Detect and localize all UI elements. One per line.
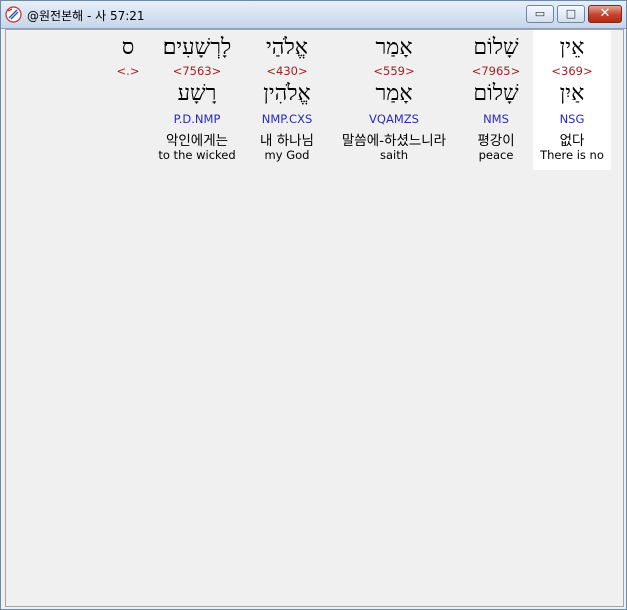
hebrew-lemma: אֱלֹהִין xyxy=(263,81,311,106)
strong-number[interactable]: <.> xyxy=(110,64,146,78)
parsing-code: NMS xyxy=(483,112,509,126)
korean-gloss: 말씀에-하셨느니라 xyxy=(341,133,447,149)
maximize-icon: □ xyxy=(565,7,577,20)
hebrew-word: אֵין xyxy=(559,35,585,60)
word-column[interactable]: אָמַר <559> אָמַר VQAMZS 말씀에-하셨느니라 saith xyxy=(324,30,464,170)
strong-number[interactable]: <7965> xyxy=(458,64,534,78)
english-gloss: to the wicked xyxy=(158,148,236,162)
korean-gloss: 없다 xyxy=(559,133,585,149)
strong-number[interactable]: <559> xyxy=(324,64,464,78)
app-window: @원전본해 - 사 57:21 ▭ □ ✕ אֵין <369> אַיִן N… xyxy=(0,0,627,610)
parsing-code: NMP.CXS xyxy=(261,112,313,126)
maximize-button[interactable]: □ xyxy=(557,5,585,23)
english-gloss: my God xyxy=(264,148,310,162)
korean-gloss: 악인에게는 xyxy=(165,133,229,149)
strong-number[interactable]: <7563> xyxy=(152,64,242,78)
hebrew-word: אָמַר xyxy=(375,35,413,60)
korean-gloss: 평강이 xyxy=(477,133,515,149)
parsing-code: NSG xyxy=(559,112,585,126)
close-button[interactable]: ✕ xyxy=(588,5,622,23)
parsing-code: P.D.NMP xyxy=(173,112,221,126)
hebrew-word: לָרְשָׁעִים׃ xyxy=(162,35,232,60)
english-gloss: There is no xyxy=(540,148,604,162)
word-column-selected[interactable]: אֵין <369> אַיִן NSG 없다 There is no xyxy=(533,30,611,170)
hebrew-word: ס xyxy=(121,35,135,60)
word-column[interactable]: לָרְשָׁעִים׃ <7563> רָשָׁע P.D.NMP 악인에게는… xyxy=(152,30,242,170)
title-bar[interactable]: @원전본해 - 사 57:21 ▭ □ ✕ xyxy=(1,1,626,29)
word-column[interactable]: אֱלֹהַי <430> אֱלֹהִין NMP.CXS 내 하나님 my … xyxy=(247,30,327,170)
hebrew-word: אֱלֹהַי xyxy=(266,35,308,60)
close-icon: ✕ xyxy=(599,6,611,21)
hebrew-lemma: אַיִן xyxy=(559,81,585,106)
strong-number[interactable]: <369> xyxy=(533,64,611,78)
window-title: @원전본해 - 사 57:21 xyxy=(27,9,145,23)
english-gloss: saith xyxy=(379,148,409,162)
minimize-button[interactable]: ▭ xyxy=(526,5,554,23)
hebrew-lemma: אָמַר xyxy=(375,81,413,106)
word-column[interactable]: ס <.> xyxy=(110,30,146,170)
minimize-icon: ▭ xyxy=(534,7,546,20)
interlinear-panel[interactable]: אֵין <369> אַיִן NSG 없다 There is no שָׁל… xyxy=(5,29,624,607)
hebrew-lemma: שָׁלוֹם xyxy=(473,81,519,106)
korean-gloss: 내 하나님 xyxy=(260,133,314,149)
hebrew-word: שָׁלוֹם xyxy=(473,35,519,60)
app-logo-icon xyxy=(5,6,22,23)
strong-number[interactable]: <430> xyxy=(247,64,327,78)
parsing-code: VQAMZS xyxy=(369,112,419,126)
hebrew-lemma: רָשָׁע xyxy=(177,81,217,106)
english-gloss: peace xyxy=(478,148,514,162)
word-column[interactable]: שָׁלוֹם <7965> שָׁלוֹם NMS 평강이 peace xyxy=(458,30,534,170)
